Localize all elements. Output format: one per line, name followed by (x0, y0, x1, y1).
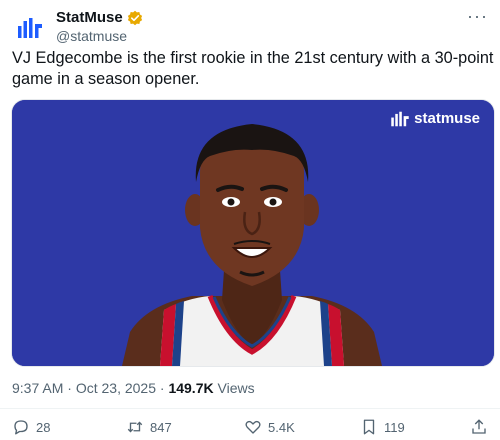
tweet-meta: 9:37 AM · Oct 23, 2025 · 149.7K Views (12, 380, 255, 396)
watermark-text: statmuse (414, 110, 480, 127)
repost-count: 847 (150, 419, 172, 435)
views-count[interactable]: 149.7K (168, 380, 213, 396)
reply-icon (14, 420, 28, 435)
tweet-header: StatMuse @statmuse ··· (12, 6, 488, 46)
share-icon (472, 419, 486, 434)
tweet-date[interactable]: Oct 23, 2025 (76, 380, 156, 396)
bookmark-count: 119 (384, 419, 405, 435)
reply-count: 28 (36, 419, 51, 435)
statmuse-watermark-icon (391, 111, 409, 126)
bookmark-icon (363, 419, 375, 435)
meta-separator-2: · (159, 380, 165, 396)
meta-separator: · (67, 380, 72, 396)
divider (0, 408, 500, 409)
statmuse-logo-icon[interactable] (12, 10, 48, 46)
heart-icon (245, 420, 261, 434)
tweet-media-image[interactable]: statmuse (11, 99, 495, 367)
views-label: Views (217, 380, 255, 396)
tweet-text: VJ Edgecombe is the first rookie in the … (12, 49, 494, 88)
player-illustration (12, 100, 494, 366)
bookmark-button[interactable]: 119 (360, 418, 405, 436)
repost-icon (127, 421, 143, 433)
handle[interactable]: @statmuse (56, 28, 127, 44)
action-bar: 28 847 5.4K 119 (12, 418, 488, 440)
like-button[interactable]: 5.4K (244, 418, 295, 436)
statmuse-watermark: statmuse (390, 110, 480, 127)
reply-button[interactable]: 28 (12, 418, 50, 436)
more-options-icon[interactable]: ··· (467, 6, 488, 27)
repost-button[interactable]: 847 (126, 418, 172, 436)
name-row: StatMuse (56, 9, 143, 26)
like-count: 5.4K (268, 419, 295, 435)
share-button[interactable] (470, 418, 488, 436)
verified-badge-icon (127, 10, 142, 25)
tweet-time[interactable]: 9:37 AM (12, 380, 63, 396)
display-name[interactable]: StatMuse (56, 9, 123, 26)
